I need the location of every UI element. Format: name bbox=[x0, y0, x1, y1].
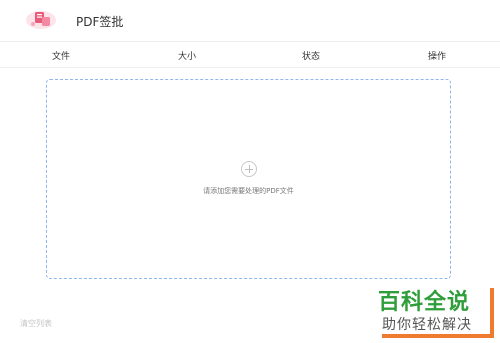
column-action: 操作 bbox=[428, 52, 447, 62]
column-size: 大小 bbox=[178, 52, 197, 62]
column-file: 文件 bbox=[52, 52, 71, 62]
watermark-corner bbox=[484, 288, 494, 338]
file-table-header: 文件 大小 状态 操作 bbox=[0, 42, 500, 68]
watermark-logo: 百科全说 助你轻松解决 bbox=[370, 280, 494, 338]
watermark-line1: 百科全说 bbox=[378, 290, 471, 315]
dropzone-hint: 请添加您需要处理的PDF文件 bbox=[203, 187, 294, 195]
column-status: 状态 bbox=[302, 52, 321, 62]
app-header: PDF签批 bbox=[0, 0, 500, 42]
app-title: PDF签批 bbox=[76, 15, 124, 29]
plus-circle-icon[interactable] bbox=[241, 161, 257, 177]
add-pdf-dropzone[interactable]: 请添加您需要处理的PDF文件 bbox=[46, 79, 451, 279]
clear-list-button[interactable]: 清空列表 bbox=[20, 318, 52, 329]
app-logo-icon bbox=[26, 11, 56, 29]
watermark-line2: 助你轻松解决 bbox=[382, 317, 472, 333]
watermark-bar bbox=[382, 334, 494, 338]
